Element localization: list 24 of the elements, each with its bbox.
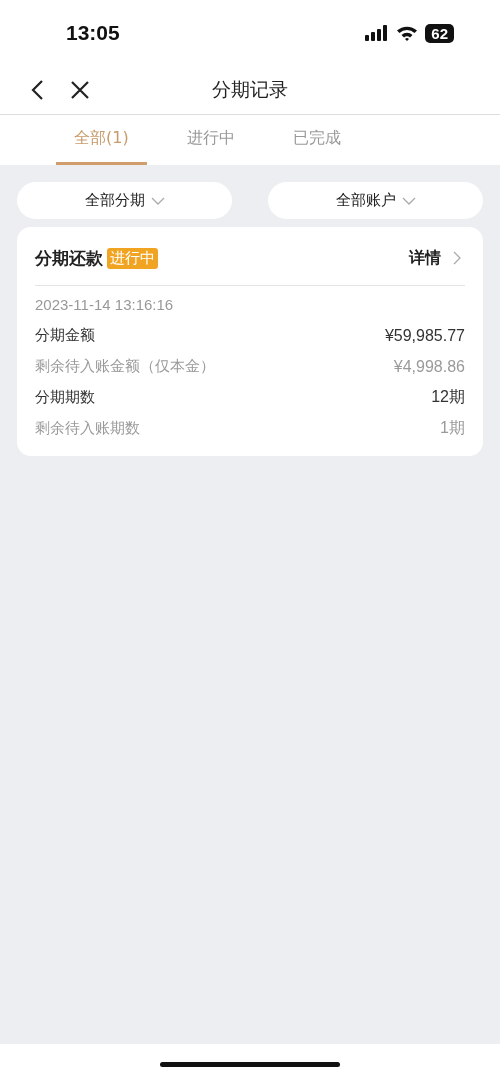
- chevron-down-icon: [150, 196, 165, 205]
- row-value: 1期: [440, 418, 465, 438]
- page-title: 分期记录: [211, 77, 289, 102]
- chevron-right-icon: [453, 251, 461, 265]
- filter-dropdown[interactable]: 全部分期: [17, 182, 232, 219]
- filter-dropdown[interactable]: 全部账户: [268, 182, 483, 219]
- wifi-icon: [396, 25, 419, 41]
- detail-link[interactable]: 详情: [409, 247, 465, 269]
- status-time: 13:05: [66, 21, 120, 45]
- chevron-down-icon: [401, 196, 416, 205]
- status-badge: 进行中: [107, 247, 158, 269]
- record-title: 分期还款: [35, 246, 103, 270]
- row-value: 12期: [431, 387, 465, 407]
- close-icon[interactable]: [70, 80, 90, 100]
- row-value: ¥59,985.77: [384, 326, 465, 345]
- battery-level: 62: [425, 23, 454, 43]
- signal-icon: [365, 25, 390, 41]
- record-date: 2023-11-14 13:16:16: [35, 296, 175, 315]
- back-icon[interactable]: [30, 79, 44, 101]
- row-label: 分期金额: [35, 326, 95, 345]
- row-label: 剩余待入账金额（仅本金）: [35, 357, 215, 376]
- row-label: 剩余待入账期数: [35, 419, 140, 438]
- row-label: 分期期数: [35, 388, 95, 407]
- row-value: ¥4,998.86: [393, 357, 465, 376]
